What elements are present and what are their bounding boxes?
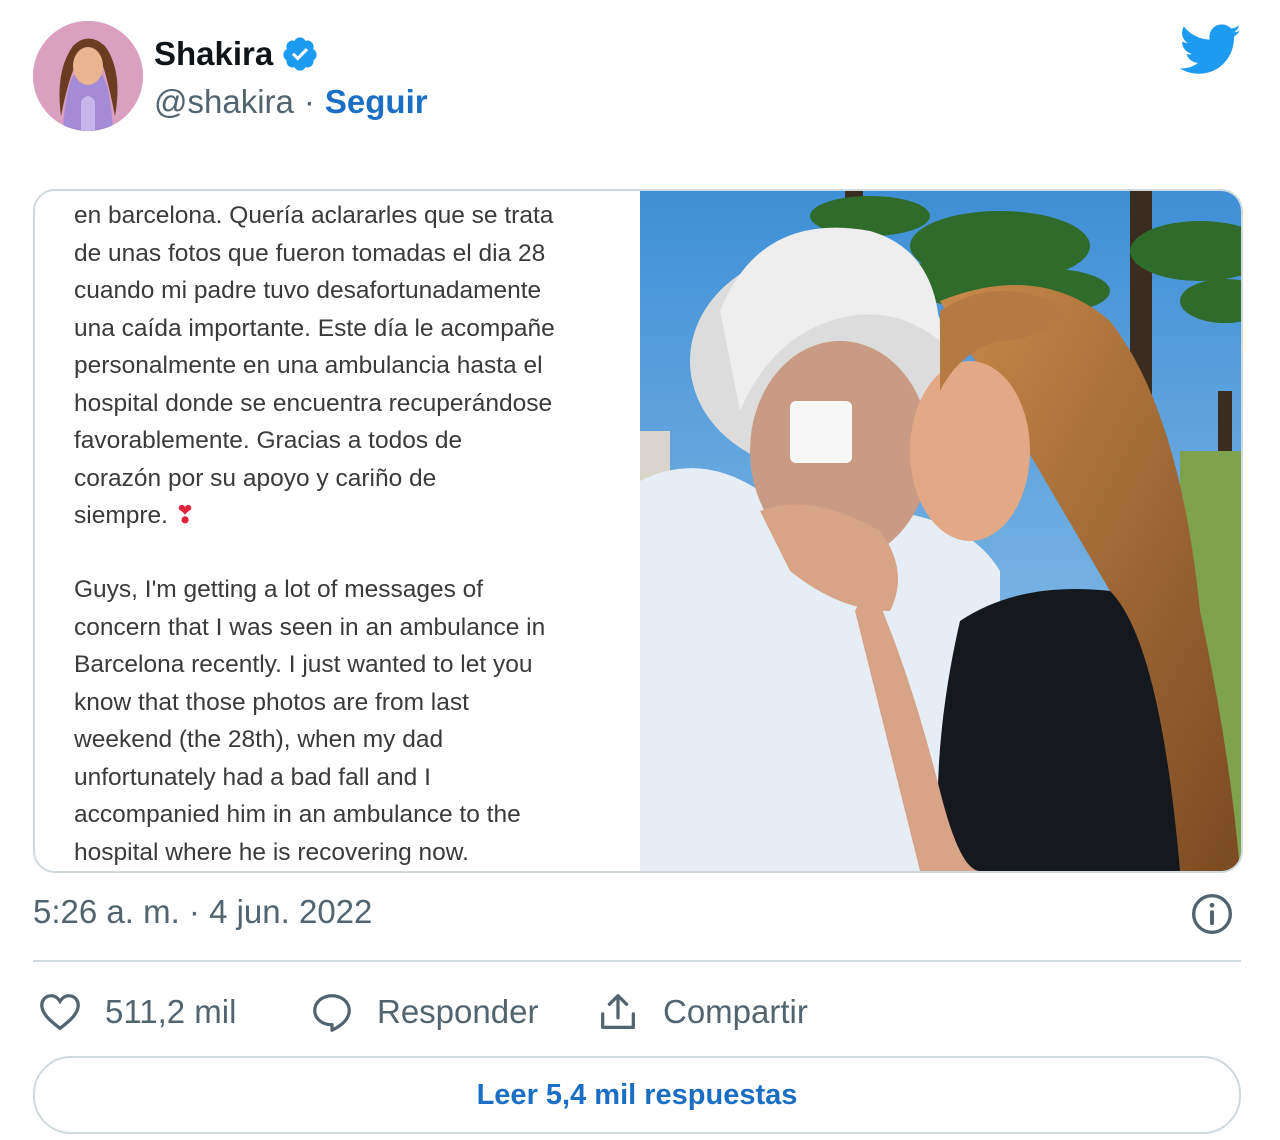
handle-row: @shakira · Seguir bbox=[154, 80, 428, 124]
heart-exclamation-emoji: ❣ bbox=[174, 502, 196, 529]
avatar[interactable] bbox=[33, 21, 143, 131]
verified-badge-icon bbox=[283, 37, 317, 71]
read-replies-button[interactable]: Leer 5,4 mil respuestas bbox=[33, 1056, 1241, 1134]
tweet-actions: 511,2 mil Responder Compartir bbox=[33, 980, 1241, 1044]
statement-spanish-text: en barcelona. Quería aclararles que se t… bbox=[74, 202, 555, 529]
user-handle[interactable]: @shakira bbox=[154, 83, 294, 121]
display-name[interactable]: Shakira bbox=[154, 35, 273, 73]
tweet-timestamp[interactable]: 5:26 a. m. · 4 jun. 2022 bbox=[33, 893, 372, 931]
divider bbox=[33, 960, 1241, 962]
heart-icon bbox=[40, 994, 80, 1031]
share-icon bbox=[601, 994, 635, 1029]
statement-english: Guys, I'm getting a lot of messages of c… bbox=[74, 576, 546, 866]
follow-link[interactable]: Seguir bbox=[325, 83, 428, 121]
share-button[interactable]: Compartir bbox=[595, 980, 808, 1044]
statement-image: en barcelona. Quería aclararles que se t… bbox=[35, 191, 640, 871]
tweet-media[interactable]: en barcelona. Quería aclararles que se t… bbox=[33, 189, 1243, 873]
separator-dot: · bbox=[303, 83, 315, 120]
info-icon[interactable] bbox=[1190, 892, 1234, 936]
reply-button[interactable]: Responder bbox=[309, 980, 538, 1044]
statement-spanish: en barcelona. Quería aclararles que se t… bbox=[74, 197, 634, 535]
user-name-row: Shakira bbox=[154, 32, 319, 76]
reply-icon bbox=[313, 994, 351, 1032]
twitter-bird-icon[interactable] bbox=[1180, 24, 1242, 76]
share-label: Compartir bbox=[663, 993, 808, 1030]
reply-label: Responder bbox=[377, 993, 539, 1030]
tweet-card: Shakira @shakira · Seguir en barcelona. … bbox=[0, 0, 1280, 1140]
photo-father-daughter bbox=[640, 191, 1241, 871]
like-count: 511,2 mil bbox=[105, 993, 237, 1030]
like-button[interactable]: 511,2 mil bbox=[37, 980, 236, 1044]
